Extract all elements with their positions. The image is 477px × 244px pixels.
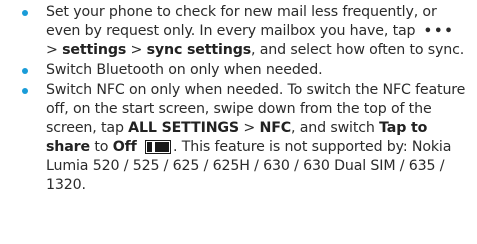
toggle-off-icon xyxy=(145,140,172,154)
separator: > xyxy=(46,42,58,58)
list-item-bluetooth: Switch Bluetooth on only when needed. xyxy=(22,61,470,80)
bluetooth-text: Switch Bluetooth on only when needed. xyxy=(46,62,323,78)
more-dots-icon: ••• xyxy=(423,24,455,39)
bullet-icon xyxy=(22,88,28,94)
separator: > xyxy=(243,120,256,136)
settings-label: settings xyxy=(62,42,127,58)
mail-sync-text: Set your phone to check for new mail les… xyxy=(46,4,437,39)
tips-list: Set your phone to check for new mail les… xyxy=(22,3,470,196)
nfc-text-3: to xyxy=(94,139,109,155)
mail-sync-text-end: , and select how often to sync. xyxy=(251,42,465,58)
bullet-icon xyxy=(22,68,28,74)
list-item-nfc: Switch NFC on only when needed. To switc… xyxy=(22,81,470,195)
separator: > xyxy=(130,42,143,58)
nfc-label: NFC xyxy=(259,120,292,136)
off-label: Off xyxy=(112,139,137,155)
nfc-text-2: , and switch xyxy=(291,120,375,136)
sync-settings-label: sync settings xyxy=(146,42,252,58)
list-item-mail-sync: Set your phone to check for new mail les… xyxy=(22,3,470,60)
bullet-icon xyxy=(22,10,28,16)
all-settings-label: ALL SETTINGS xyxy=(128,120,239,136)
